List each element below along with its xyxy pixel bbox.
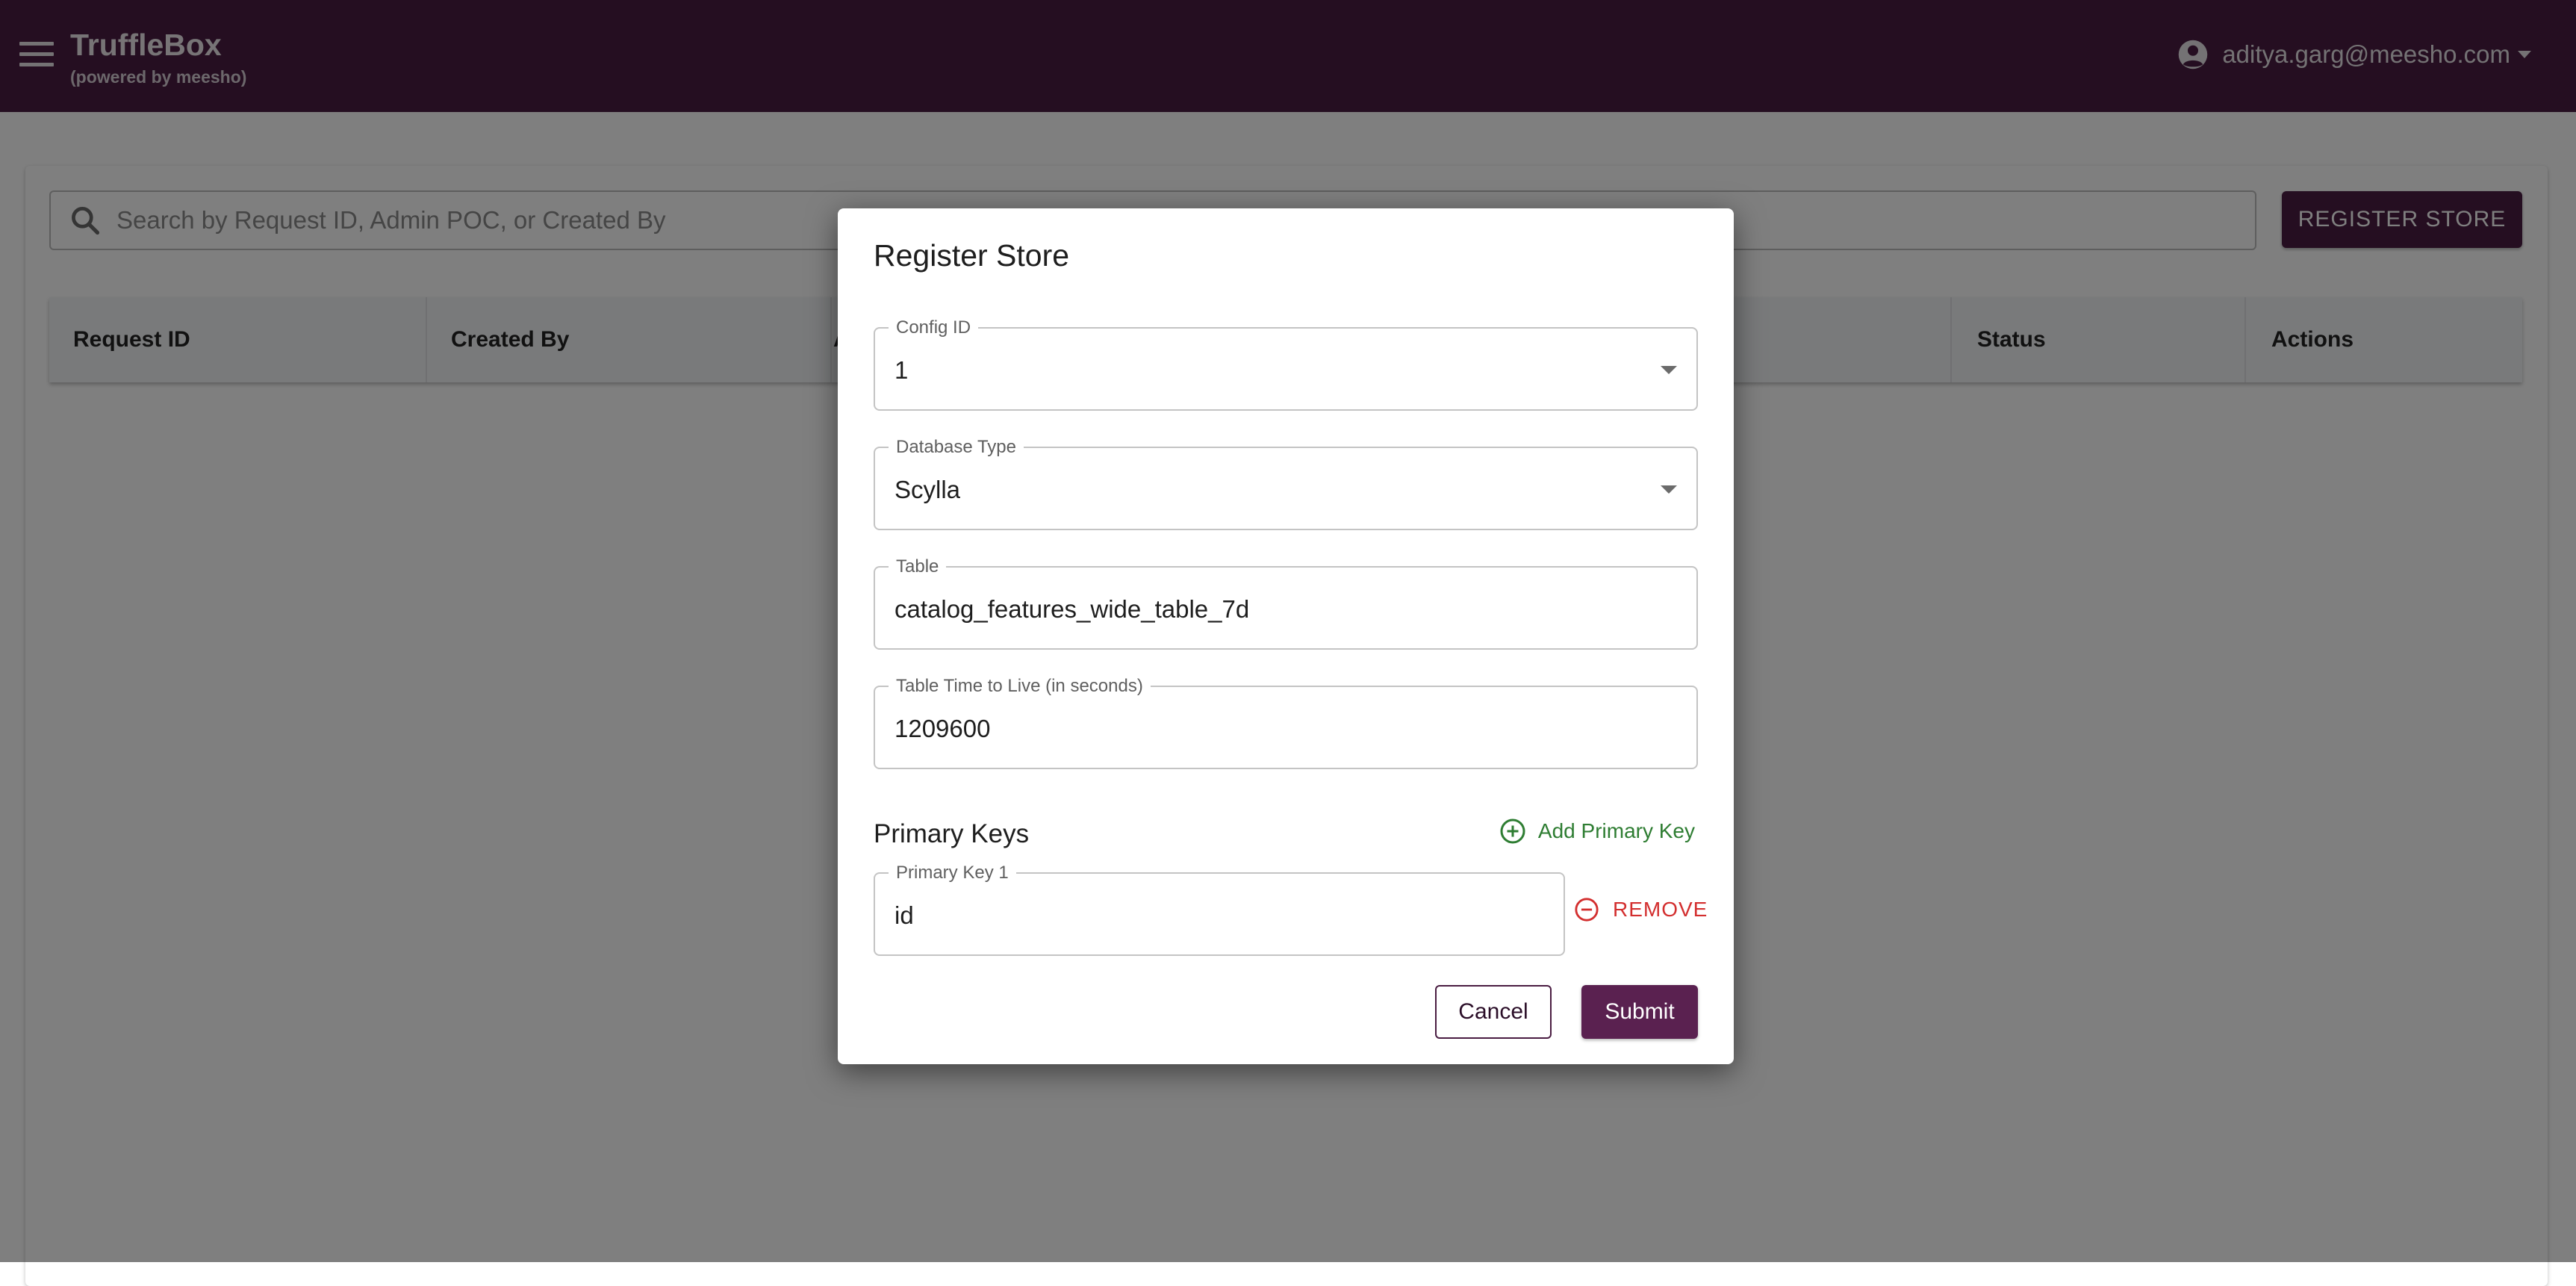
- submit-button[interactable]: Submit: [1581, 985, 1698, 1039]
- config-id-value: 1: [895, 356, 909, 384]
- remove-label: REMOVE: [1613, 898, 1708, 921]
- database-type-select[interactable]: Database Type Scylla: [874, 436, 1698, 530]
- arrow-drop-down-icon: [1661, 366, 1677, 374]
- register-store-dialog: Register Store Config ID 1 Database Type…: [838, 208, 1734, 1064]
- primary-key-1-value: id: [895, 901, 914, 929]
- arrow-drop-down-icon: [1661, 485, 1677, 494]
- primary-key-1-field[interactable]: Primary Key 1 id: [874, 862, 1565, 956]
- config-id-label: Config ID: [889, 317, 979, 339]
- cancel-button[interactable]: Cancel: [1435, 985, 1552, 1039]
- config-id-select[interactable]: Config ID 1: [874, 317, 1698, 411]
- primary-key-1-label: Primary Key 1: [889, 862, 1016, 884]
- ttl-field[interactable]: Table Time to Live (in seconds) 1209600: [874, 675, 1698, 769]
- dialog-title: Register Store: [874, 238, 1070, 273]
- add-primary-key-label: Add Primary Key: [1537, 819, 1695, 842]
- table-label: Table: [889, 556, 947, 578]
- primary-keys-heading: Primary Keys: [874, 819, 1030, 848]
- database-type-value: Scylla: [895, 476, 961, 503]
- database-type-label: Database Type: [889, 436, 1024, 459]
- ttl-value: 1209600: [895, 715, 991, 742]
- remove-circle-outline-icon: [1575, 898, 1599, 922]
- table-name-field[interactable]: Table catalog_features_wide_table_7d: [874, 556, 1698, 650]
- add-circle-outline-icon: [1500, 818, 1525, 844]
- add-primary-key-button[interactable]: Add Primary Key: [1499, 818, 1695, 845]
- ttl-label: Table Time to Live (in seconds): [889, 675, 1151, 698]
- table-value: catalog_features_wide_table_7d: [895, 595, 1250, 623]
- remove-primary-key-button[interactable]: REMOVE: [1574, 897, 1708, 922]
